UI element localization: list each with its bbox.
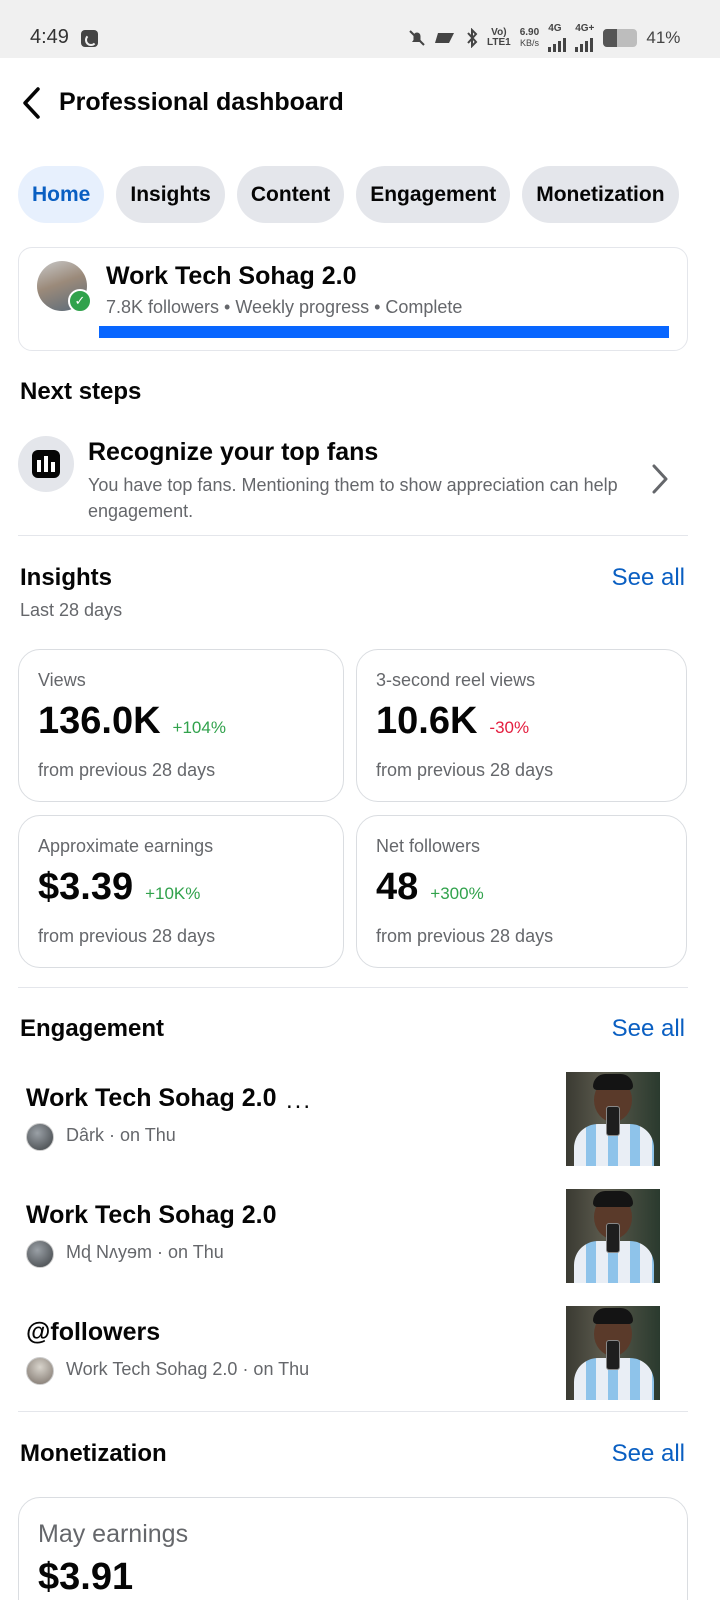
next-step-description: You have top fans. Mentioning them to sh… bbox=[88, 475, 618, 521]
tab-insights[interactable]: Insights bbox=[116, 166, 225, 223]
metric-value: 48 bbox=[376, 866, 419, 908]
avatar bbox=[26, 1123, 54, 1151]
sim1-signal: 4G bbox=[548, 24, 567, 52]
metric-label: Net followers bbox=[376, 836, 481, 856]
tab-engagement[interactable]: Engagement bbox=[356, 166, 511, 223]
vibrate-icon bbox=[435, 33, 454, 43]
metric-value: 10.6K bbox=[376, 700, 478, 742]
post-thumbnail[interactable] bbox=[566, 1189, 660, 1283]
earnings-card[interactable]: May earnings $3.91 bbox=[18, 1497, 688, 1600]
weekly-progress-fill bbox=[99, 326, 669, 338]
engagement-title: @followers bbox=[26, 1318, 161, 1346]
metric-comparison: from previous 28 days bbox=[376, 760, 554, 780]
metric-label: Approximate earnings bbox=[38, 836, 214, 856]
next-step-title: Recognize your top fans bbox=[88, 438, 379, 466]
engagement-item[interactable]: @followers Work Tech Sohag 2.0 · on Thu bbox=[26, 1306, 666, 1400]
engagement-item[interactable]: Work Tech Sohag 2.0 Mɖ Nʌyɘm · on Thu bbox=[26, 1189, 666, 1283]
section-divider bbox=[18, 1411, 688, 1412]
call-indicator-icon bbox=[81, 30, 98, 47]
post-thumbnail[interactable] bbox=[566, 1072, 660, 1166]
engagement-see-all-link[interactable]: See all bbox=[612, 1015, 685, 1043]
bar-chart-icon bbox=[18, 436, 74, 492]
volte-indicator: Vo) LTE1 bbox=[487, 27, 511, 48]
metric-card-views[interactable]: Views 136.0K +104% from previous 28 days bbox=[18, 649, 344, 802]
tab-content[interactable]: Content bbox=[236, 166, 345, 223]
metric-comparison: from previous 28 days bbox=[38, 926, 216, 946]
mute-icon bbox=[409, 30, 425, 46]
tab-monetization[interactable]: Monetization bbox=[522, 166, 679, 223]
check-badge-icon: ✓ bbox=[68, 289, 92, 313]
metric-change: +104% bbox=[172, 718, 226, 737]
header: Professional dashboard bbox=[0, 58, 720, 148]
engagement-title: Work Tech Sohag 2.0 bbox=[26, 1084, 277, 1112]
insights-heading: Insights bbox=[20, 564, 113, 591]
engagement-item[interactable]: Work Tech Sohag 2.0 Dârk · on Thu bbox=[26, 1072, 666, 1166]
metric-card-net-followers[interactable]: Net followers 48 +300% from previous 28 … bbox=[356, 815, 687, 968]
avatar bbox=[26, 1357, 54, 1385]
bluetooth-icon bbox=[467, 28, 478, 48]
network-speed: 6.90 KB/s bbox=[519, 27, 540, 49]
truncation-ellipsis: ... bbox=[286, 1087, 313, 1114]
earnings-value: $3.91 bbox=[38, 1556, 134, 1598]
engagement-meta: Work Tech Sohag 2.0 · on Thu bbox=[66, 1359, 310, 1379]
tab-home[interactable]: Home bbox=[18, 166, 105, 223]
metric-value: 136.0K bbox=[38, 700, 161, 742]
profile-name: Work Tech Sohag 2.0 bbox=[106, 262, 357, 290]
battery-percent: 41% bbox=[646, 28, 681, 47]
metric-label: Views bbox=[38, 670, 86, 690]
engagement-title: Work Tech Sohag 2.0 bbox=[26, 1201, 277, 1229]
status-bar: 4:49 Vo) LTE1 6.90 KB/s 4G 4G+ 41% bbox=[0, 0, 720, 58]
next-steps-heading: Next steps bbox=[20, 378, 142, 405]
engagement-heading: Engagement bbox=[20, 1015, 165, 1042]
post-thumbnail[interactable] bbox=[566, 1306, 660, 1400]
tab-bar: Home Insights Content Engagement Monetiz… bbox=[18, 166, 679, 223]
battery-fill bbox=[603, 29, 618, 47]
weekly-progress-bar bbox=[99, 326, 669, 338]
insights-period: Last 28 days bbox=[20, 600, 123, 620]
metric-label: 3-second reel views bbox=[376, 670, 536, 690]
section-divider bbox=[18, 535, 688, 536]
metric-change: +10K% bbox=[145, 884, 201, 903]
monetization-heading: Monetization bbox=[20, 1440, 167, 1467]
back-button[interactable] bbox=[18, 84, 48, 122]
metric-change: +300% bbox=[430, 884, 484, 903]
status-time: 4:49 bbox=[30, 26, 69, 48]
engagement-meta: Mɖ Nʌyɘm · on Thu bbox=[66, 1242, 224, 1262]
battery-icon bbox=[603, 29, 638, 47]
metric-value: $3.39 bbox=[38, 866, 134, 908]
metric-comparison: from previous 28 days bbox=[376, 926, 554, 946]
metric-card-earnings[interactable]: Approximate earnings $3.39 +10K% from pr… bbox=[18, 815, 344, 968]
sim2-signal: 4G+ bbox=[575, 24, 594, 52]
status-icons: Vo) LTE1 6.90 KB/s 4G 4G+ 41% bbox=[408, 24, 681, 52]
chevron-right-icon[interactable] bbox=[648, 462, 672, 496]
engagement-meta: Dârk · on Thu bbox=[66, 1125, 176, 1145]
metric-card-reel-views[interactable]: 3-second reel views 10.6K -30% from prev… bbox=[356, 649, 687, 802]
page-title: Professional dashboard bbox=[59, 88, 344, 116]
metric-change: -30% bbox=[489, 718, 530, 737]
profile-progress-card[interactable]: ✓ Work Tech Sohag 2.0 7.8K followers • W… bbox=[18, 247, 688, 351]
earnings-label: May earnings bbox=[38, 1520, 189, 1548]
profile-meta: 7.8K followers • Weekly progress • Compl… bbox=[106, 297, 463, 317]
insights-see-all-link[interactable]: See all bbox=[612, 564, 685, 592]
monetization-see-all-link[interactable]: See all bbox=[612, 1440, 685, 1468]
avatar bbox=[26, 1240, 54, 1268]
section-divider bbox=[18, 987, 688, 988]
metric-comparison: from previous 28 days bbox=[38, 760, 216, 780]
